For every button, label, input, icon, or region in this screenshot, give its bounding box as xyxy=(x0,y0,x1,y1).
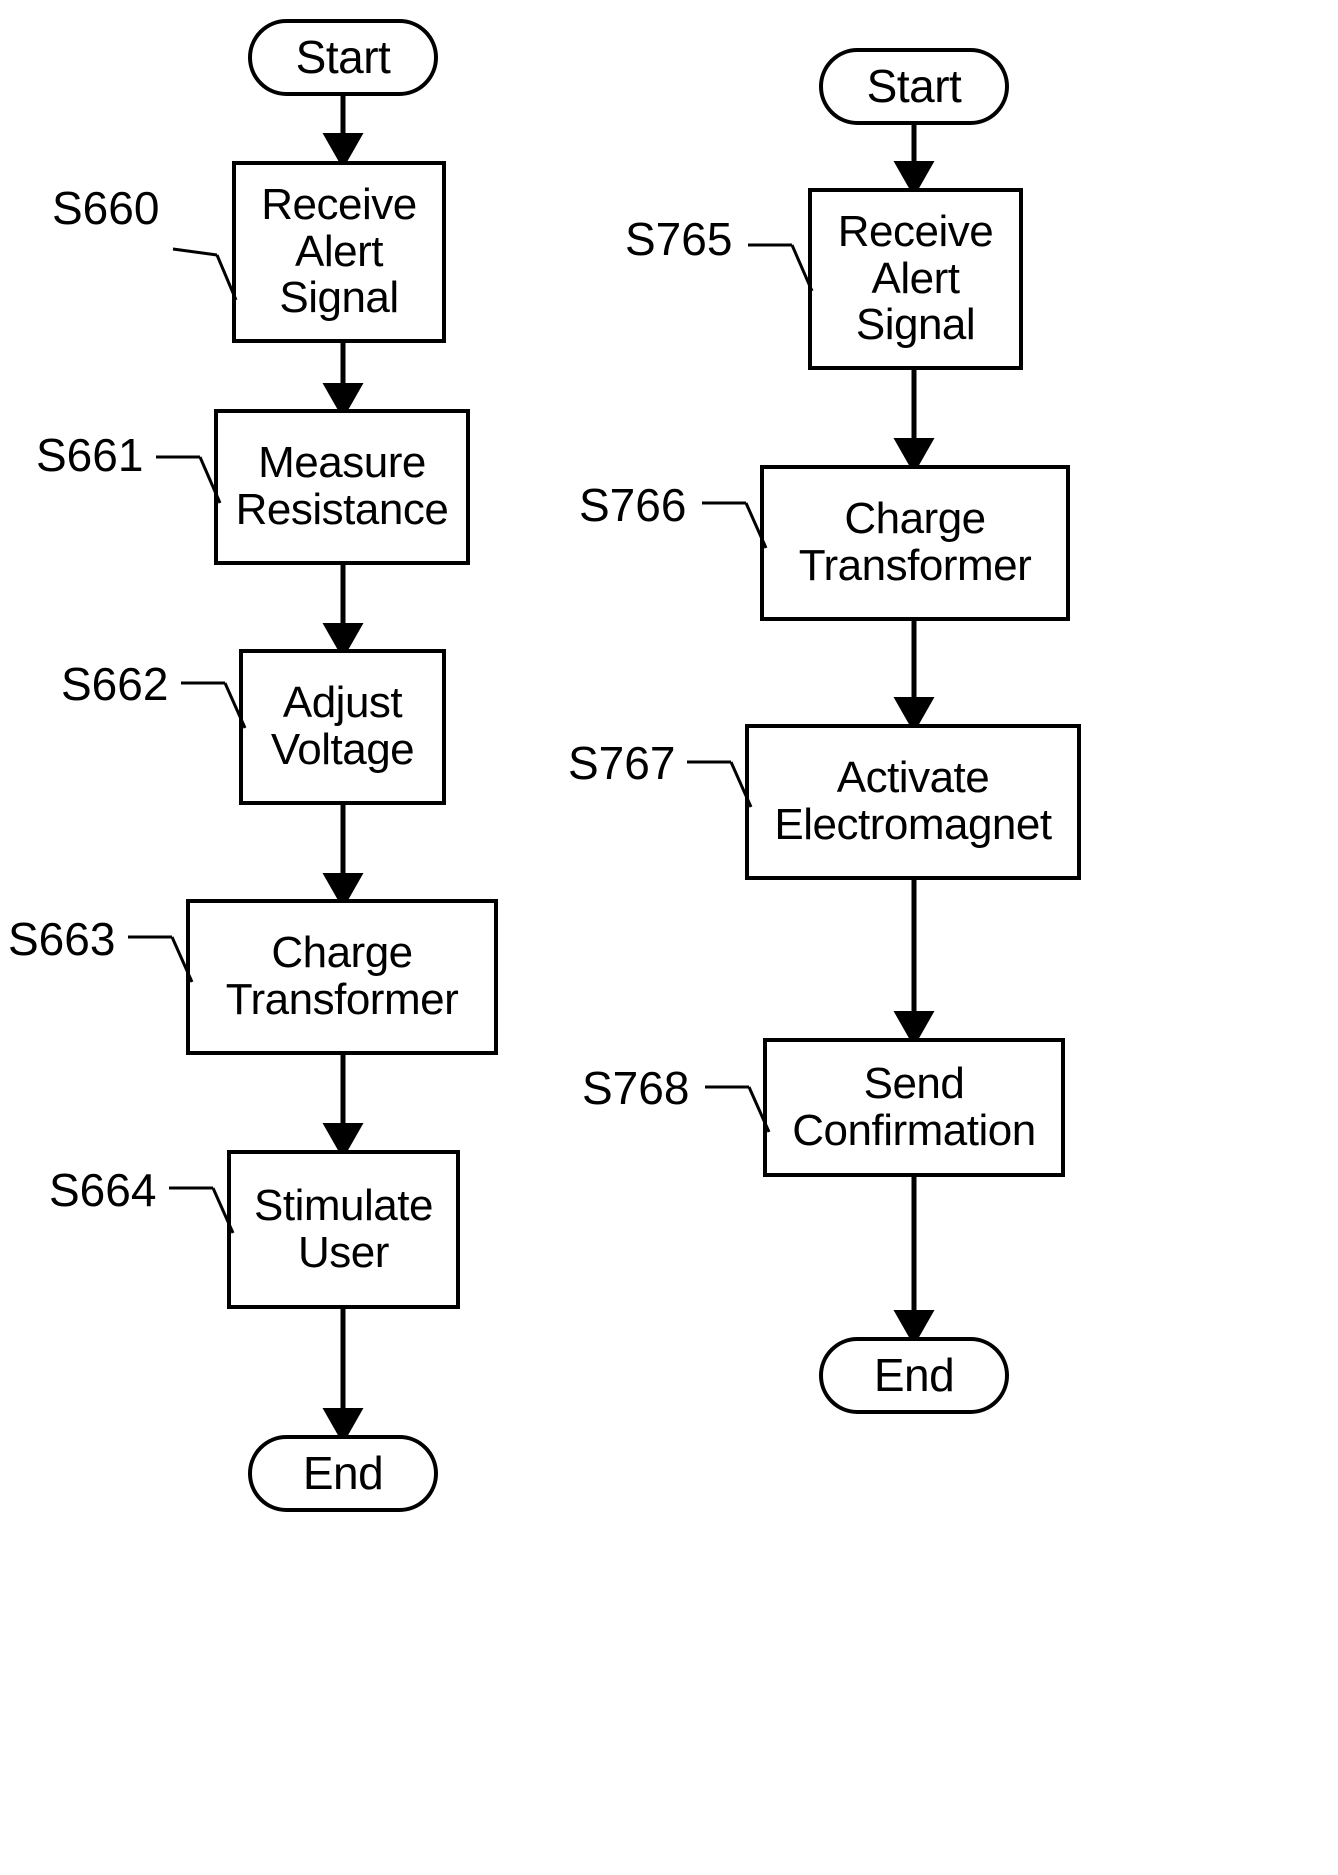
node-r-n1-label: Receive Alert Signal xyxy=(837,207,994,350)
node-l-n1[interactable]: Receive Alert Signal xyxy=(234,163,444,341)
ref-s768: S768 xyxy=(582,1062,690,1114)
node-r-end[interactable]: End xyxy=(821,1339,1007,1412)
ref-s661: S661 xyxy=(36,429,144,481)
node-r-n4[interactable]: Send Confirmation xyxy=(765,1040,1063,1175)
node-r-n2[interactable]: Charge Transformer xyxy=(762,467,1068,619)
node-l-n4-label: Charge Transformer xyxy=(225,928,459,1024)
node-l-end-label: End xyxy=(302,1447,384,1500)
ref-s662: S662 xyxy=(61,658,169,710)
ref-s660: S660 xyxy=(52,182,160,234)
node-l-n3[interactable]: Adjust Voltage xyxy=(241,651,444,803)
node-r-n3-label: Activate Electromagnet xyxy=(774,753,1052,849)
ref-s664: S664 xyxy=(49,1164,157,1216)
node-l-n2-label: Measure Resistance xyxy=(235,438,449,534)
node-r-n3[interactable]: Activate Electromagnet xyxy=(747,726,1079,878)
node-l-start-label: Start xyxy=(295,31,391,84)
node-l-n2[interactable]: Measure Resistance xyxy=(216,411,468,563)
node-l-n5[interactable]: Stimulate User xyxy=(229,1152,458,1307)
ref-s767: S767 xyxy=(568,737,676,789)
leader-l-n1 xyxy=(172,247,218,257)
node-r-n4-label: Send Confirmation xyxy=(792,1058,1036,1155)
node-r-n2-label: Charge Transformer xyxy=(798,494,1032,590)
node-l-n5-label: Stimulate User xyxy=(254,1180,433,1277)
node-r-start-label: Start xyxy=(866,60,962,113)
ref-s663: S663 xyxy=(8,913,116,965)
ref-s765: S765 xyxy=(625,213,733,265)
node-r-end-label: End xyxy=(873,1349,955,1402)
flowchart-diagram: Start S660 Receive Alert Signal S661 Mea… xyxy=(0,0,1338,1875)
node-l-n4[interactable]: Charge Transformer xyxy=(188,901,496,1053)
node-l-n1-label: Receive Alert Signal xyxy=(261,180,417,323)
node-l-n3-label: Adjust Voltage xyxy=(270,678,415,774)
node-r-n1[interactable]: Receive Alert Signal xyxy=(810,190,1021,368)
node-r-start[interactable]: Start xyxy=(821,50,1007,123)
node-l-start[interactable]: Start xyxy=(250,21,436,94)
node-l-end[interactable]: End xyxy=(250,1437,436,1510)
ref-s766: S766 xyxy=(579,479,687,531)
